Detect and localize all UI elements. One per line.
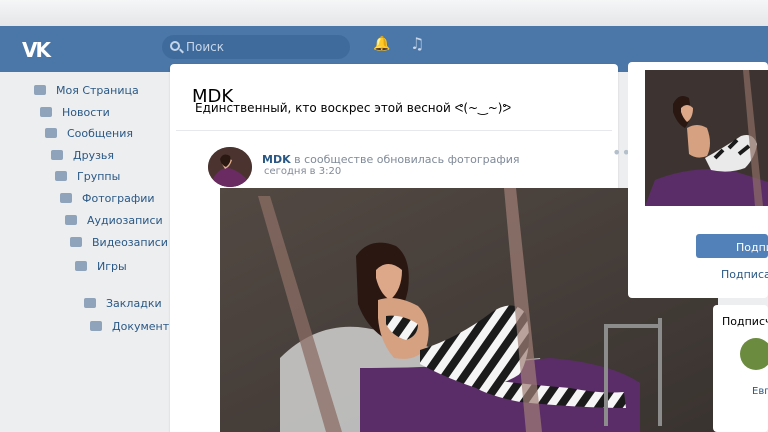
community-cover-photo[interactable] bbox=[645, 70, 768, 206]
post-author-link[interactable]: MDK bbox=[262, 153, 291, 166]
sidebar-item-label: Новости bbox=[62, 106, 110, 119]
bell-icon[interactable]: 🔔 bbox=[373, 36, 390, 52]
messages-icon bbox=[45, 128, 57, 138]
star-icon bbox=[84, 298, 96, 308]
music-icon bbox=[65, 215, 77, 225]
post-divider bbox=[176, 130, 612, 131]
subscriber-avatar[interactable] bbox=[740, 338, 768, 370]
games-icon bbox=[75, 261, 87, 271]
post-subtitle: Единственный, кто воскрес этой весной ᕙ(… bbox=[195, 101, 512, 115]
search-placeholder: Поиск bbox=[186, 40, 225, 54]
subscribed-link[interactable]: Подписан bbox=[721, 268, 768, 281]
sidebar-item-label: Друзья bbox=[73, 149, 115, 162]
sidebar-item-label: Видеозаписи bbox=[92, 236, 168, 249]
browser-chrome bbox=[0, 0, 768, 27]
sidebar-item-label: Группы bbox=[77, 170, 121, 183]
post-header-text: MDK в сообществе обновилась фотография bbox=[262, 153, 520, 166]
search-icon bbox=[170, 41, 180, 51]
avatar[interactable] bbox=[208, 147, 252, 187]
sidebar-item-label: Моя Страница bbox=[56, 84, 139, 97]
avatar-image bbox=[208, 147, 252, 187]
sidebar-item-label: Закладки bbox=[106, 297, 162, 310]
post-timestamp[interactable]: сегодня в 3:20 bbox=[264, 166, 341, 177]
vk-page: VK Поиск 🔔 ♫ Моя Страница Новости Сообще… bbox=[0, 0, 768, 432]
subscribers-title: Подписч bbox=[722, 315, 768, 328]
subscriber-name[interactable]: Евг bbox=[752, 386, 768, 397]
music-icon[interactable]: ♫ bbox=[410, 34, 424, 53]
sidebar-item-label: Фотографии bbox=[82, 192, 155, 205]
home-icon bbox=[34, 85, 46, 95]
sidebar-item-label: Аудиозаписи bbox=[87, 214, 163, 227]
sidebar-item-label: Игры bbox=[97, 260, 127, 273]
sidebar-item-label: Документы bbox=[112, 320, 178, 333]
groups-icon bbox=[55, 171, 67, 181]
camera-icon bbox=[60, 193, 72, 203]
friend-icon bbox=[51, 150, 63, 160]
sidebar-item-label: Сообщения bbox=[67, 127, 134, 140]
subscribe-button-label: Подпис bbox=[736, 241, 768, 254]
document-icon bbox=[90, 321, 102, 331]
community-cover-image bbox=[645, 70, 768, 206]
post-action-text: в сообществе обновилась фотография bbox=[294, 153, 520, 166]
video-icon bbox=[70, 237, 82, 247]
vk-logo[interactable]: VK bbox=[22, 38, 51, 62]
news-icon bbox=[40, 107, 52, 117]
